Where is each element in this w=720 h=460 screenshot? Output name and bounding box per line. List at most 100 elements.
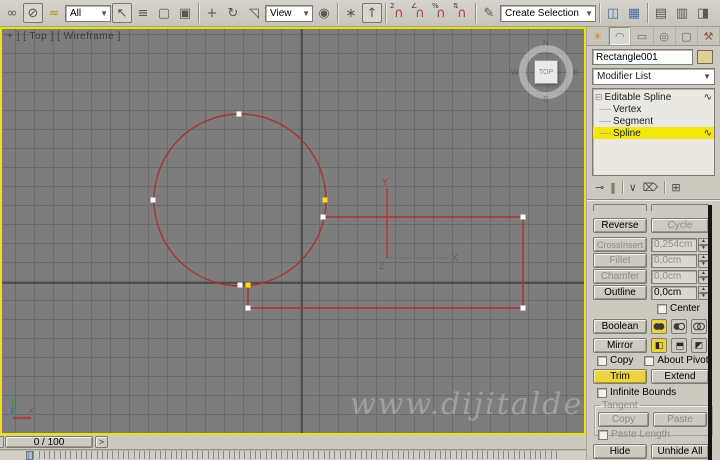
unhide-all-button[interactable]: Unhide All: [651, 444, 709, 459]
cycle-button[interactable]: Cycle: [651, 218, 709, 233]
remove-modifier-icon[interactable]: ⌦: [643, 181, 659, 194]
select-and-manipulate-icon[interactable]: ∗: [341, 3, 361, 23]
spinner-snap-toggle-icon[interactable]: ∩ ⇅: [452, 2, 472, 23]
panel-scrollbar[interactable]: [708, 205, 712, 460]
mirror-tool-icon[interactable]: ◫: [603, 3, 623, 23]
mirror-horizontal-icon[interactable]: ◧: [651, 338, 667, 353]
trim-button[interactable]: Trim: [593, 369, 647, 384]
viewcube[interactable]: N E S W TOP: [511, 39, 578, 104]
clipped-button[interactable]: [593, 204, 647, 211]
use-pivot-point-center-icon[interactable]: ◉: [314, 3, 334, 23]
object-color-swatch[interactable]: [697, 50, 713, 64]
keyboard-shortcut-override-icon[interactable]: ↑: [362, 3, 382, 23]
window-crossing-toggle-icon[interactable]: ▣: [175, 3, 195, 23]
mirror-vertical-icon[interactable]: ◧: [671, 338, 687, 353]
tab-create[interactable]: ☀: [587, 27, 610, 45]
crossinsert-button[interactable]: CrossInsert: [593, 237, 647, 252]
frame-tick: [270, 451, 272, 459]
boolean-intersect-icon[interactable]: [691, 319, 707, 334]
top-viewport[interactable]: Y X Z y z x +] [Top] [Wireframe] ww…: [0, 27, 586, 435]
paste-length-checkbox[interactable]: [598, 429, 608, 440]
time-slider-handle[interactable]: 0 / 100: [5, 436, 93, 448]
select-object-icon[interactable]: ↖: [112, 3, 132, 23]
frame-tick: [339, 451, 341, 459]
extend-button[interactable]: Extend: [651, 369, 709, 384]
frame-tick: [244, 451, 246, 459]
select-and-link-icon[interactable]: ∞: [2, 3, 22, 23]
boolean-button[interactable]: Boolean: [593, 319, 647, 334]
configure-modifier-sets-icon[interactable]: ⊞: [671, 181, 680, 194]
crossinsert-spinner[interactable]: 0,254cm ▲ ▼: [651, 237, 709, 252]
select-and-move-icon[interactable]: +: [202, 3, 222, 23]
fillet-spinner[interactable]: 0,0cm ▲ ▼: [651, 253, 709, 268]
rectangular-selection-region-icon[interactable]: ▢: [154, 3, 174, 23]
render-production-icon[interactable]: ◨: [693, 3, 713, 23]
snaps-toggle-2d-icon[interactable]: ∩ 2: [389, 2, 409, 23]
center-checkbox[interactable]: [656, 303, 667, 314]
expander-icon[interactable]: ⊟: [595, 92, 603, 103]
frame-tick: [38, 451, 40, 459]
track-bar[interactable]: [0, 449, 586, 460]
fillet-button[interactable]: Fillet: [593, 253, 647, 268]
angle-snap-toggle-icon[interactable]: ∩ ∠: [410, 2, 430, 23]
boolean-union-icon[interactable]: [651, 319, 667, 334]
frame-tick: [313, 451, 315, 459]
selection-filter-dropdown[interactable]: All ▼: [65, 4, 111, 22]
about-pivot-checkbox[interactable]: [644, 355, 655, 366]
hide-button[interactable]: Hide: [593, 444, 647, 459]
spline-vertices[interactable]: [150, 111, 526, 311]
edit-named-selection-sets-icon[interactable]: ✎: [479, 3, 499, 23]
viewcube-top-face[interactable]: TOP: [534, 60, 558, 84]
bind-to-space-warp-icon[interactable]: ≈: [44, 3, 64, 23]
tab-modify[interactable]: ◠: [609, 27, 632, 45]
modifier-list-label: Modifier List: [597, 71, 651, 82]
chamfer-button[interactable]: Chamfer: [593, 269, 647, 284]
tab-utilities[interactable]: ⚒: [698, 27, 720, 45]
viewport-label[interactable]: + ] [ Top ] [ Wireframe ]: [7, 31, 121, 42]
tangent-copy-button[interactable]: Copy: [598, 412, 649, 427]
select-and-scale-icon[interactable]: ◹: [244, 3, 264, 23]
mirror-button[interactable]: Mirror: [593, 338, 647, 353]
frame-tick: [170, 451, 172, 459]
frame-tick: [524, 451, 526, 459]
frame-tick: [434, 451, 436, 459]
reference-coordinate-system-dropdown[interactable]: View ▼: [265, 4, 313, 22]
pin-stack-icon[interactable]: ⊸: [595, 181, 604, 194]
modifier-list-dropdown[interactable]: Modifier List ▼: [592, 68, 715, 85]
infinite-bounds-checkbox[interactable]: [597, 387, 607, 398]
frame-tick: [123, 451, 125, 459]
select-by-name-icon[interactable]: ≡: [133, 3, 153, 23]
stack-item-editable-spline[interactable]: ⊟ Editable Spline ∿: [593, 91, 714, 103]
frame-tick: [80, 451, 82, 459]
boolean-subtract-icon[interactable]: [671, 319, 687, 334]
render-setup-icon[interactable]: ▤: [651, 3, 671, 23]
world-axis-y-label: y: [9, 390, 14, 400]
stack-item-segment[interactable]: ---- Segment: [593, 115, 714, 127]
tab-hierarchy[interactable]: ▭: [631, 27, 654, 45]
stack-item-vertex[interactable]: ---- Vertex: [593, 103, 714, 115]
percent-snap-toggle-icon[interactable]: ∩%: [431, 2, 451, 23]
tab-display[interactable]: ▢: [676, 27, 698, 45]
tangent-paste-button[interactable]: Paste: [653, 412, 707, 427]
show-end-result-icon[interactable]: ‖: [610, 181, 616, 194]
make-unique-icon[interactable]: ∨: [629, 181, 637, 194]
outline-button[interactable]: Outline: [593, 285, 647, 300]
rectangle-spline[interactable]: [247, 216, 524, 309]
stack-item-spline[interactable]: ---- Spline ∿: [593, 127, 714, 139]
copy-checkbox[interactable]: [597, 355, 607, 366]
clipped-button[interactable]: [651, 204, 709, 211]
chamfer-spinner[interactable]: 0,0cm ▲ ▼: [651, 269, 709, 284]
object-name-field[interactable]: [592, 49, 693, 65]
next-frame-button[interactable]: >: [95, 436, 108, 448]
named-selection-sets-dropdown[interactable]: Create Selection Se▼: [500, 4, 596, 22]
align-tool-icon[interactable]: ▦: [624, 3, 644, 23]
unlink-selection-icon[interactable]: ⊘: [23, 3, 43, 23]
rendered-frame-window-icon[interactable]: ▥: [672, 3, 692, 23]
circle-spline[interactable]: [153, 113, 327, 287]
outline-spinner[interactable]: 0,0cm ▲ ▼: [651, 285, 709, 300]
tab-motion[interactable]: ◎: [654, 27, 676, 45]
previous-frame-button[interactable]: [0, 436, 4, 448]
mirror-both-icon[interactable]: ◩: [691, 338, 707, 353]
select-and-rotate-icon[interactable]: ↻: [223, 3, 243, 23]
reverse-button[interactable]: Reverse: [593, 218, 647, 233]
